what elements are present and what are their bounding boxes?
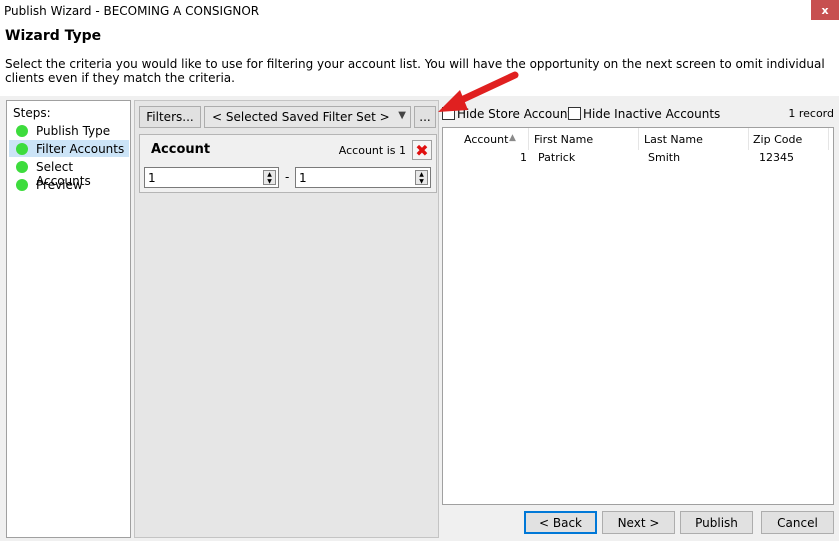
back-button[interactable]: < Back [524, 511, 597, 534]
publish-button[interactable]: Publish [680, 511, 753, 534]
next-button[interactable]: Next > [602, 511, 675, 534]
column-header-last-name[interactable]: Last Name [639, 128, 749, 150]
account-to-value: 1 [299, 170, 307, 185]
status-dot-icon [16, 161, 28, 173]
remove-filter-button[interactable]: ✖ [412, 140, 432, 160]
cell-account: 1 [520, 151, 527, 164]
account-to-input[interactable]: 1 ▲ ▼ [295, 167, 431, 188]
annotation-arrow-icon [438, 71, 519, 112]
account-filter-box: Account Account is 1 ✖ 1 ▲ ▼ - 1 ▲ ▼ [139, 134, 437, 193]
step-label: Filter Accounts [36, 142, 125, 156]
saved-filter-value: < Selected Saved Filter Set > [212, 110, 390, 124]
step-filter-accounts[interactable]: Filter Accounts [9, 140, 129, 157]
step-publish-type[interactable]: Publish Type [9, 122, 129, 139]
instructions-text: Select the criteria you would like to us… [5, 57, 825, 85]
saved-filter-select[interactable]: < Selected Saved Filter Set > ▼ [204, 106, 411, 128]
wizard-header: Wizard Type Select the criteria you woul… [0, 22, 839, 96]
filter-title: Account [151, 142, 211, 157]
column-label: First Name [534, 133, 594, 146]
record-count: 1 record [788, 107, 834, 120]
accounts-grid[interactable]: Account ▲ First Name Last Name Zip Code … [442, 127, 834, 505]
steps-label: Steps: [13, 106, 51, 120]
spinner-icon[interactable]: ▲ ▼ [263, 170, 276, 185]
step-select-accounts[interactable]: Select Accounts [9, 158, 129, 188]
filter-description: Account is 1 [338, 144, 406, 157]
cell-zip-code: 12345 [759, 151, 794, 164]
column-label: Last Name [644, 133, 703, 146]
page-title: Wizard Type [5, 28, 102, 44]
column-label: Account [464, 133, 509, 146]
step-label: Publish Type [36, 124, 111, 138]
column-header-zip-code[interactable]: Zip Code [749, 128, 829, 150]
close-icon: x [821, 3, 829, 17]
steps-panel: Steps: Publish Type Filter Accounts Sele… [6, 100, 131, 538]
step-preview[interactable]: Preview [9, 176, 129, 193]
chevron-down-icon: ▼ [398, 110, 406, 121]
filters-button[interactable]: Filters... [139, 106, 201, 128]
status-dot-icon [16, 179, 28, 191]
close-icon: ✖ [415, 140, 429, 160]
column-header-first-name[interactable]: First Name [529, 128, 639, 150]
close-button[interactable]: x [811, 0, 839, 20]
cell-last-name: Smith [648, 151, 681, 164]
account-from-input[interactable]: 1 ▲ ▼ [144, 167, 279, 188]
range-separator: - [285, 170, 290, 184]
sort-ascending-icon: ▲ [509, 133, 516, 143]
title-bar: Publish Wizard - BECOMING A CONSIGNOR x [0, 0, 839, 22]
cancel-button[interactable]: Cancel [761, 511, 834, 534]
status-dot-icon [16, 125, 28, 137]
step-label: Preview [36, 178, 83, 192]
cell-first-name: Patrick [538, 151, 576, 164]
account-from-value: 1 [148, 170, 156, 185]
column-label: Zip Code [753, 133, 803, 146]
window-title: Publish Wizard - BECOMING A CONSIGNOR [4, 4, 260, 18]
hide-inactive-checkbox[interactable] [568, 107, 581, 120]
hide-inactive-label: Hide Inactive Accounts [583, 107, 721, 121]
status-dot-icon [16, 143, 28, 155]
spinner-icon[interactable]: ▲ ▼ [415, 170, 428, 185]
filter-panel: Filters... < Selected Saved Filter Set >… [134, 100, 439, 538]
